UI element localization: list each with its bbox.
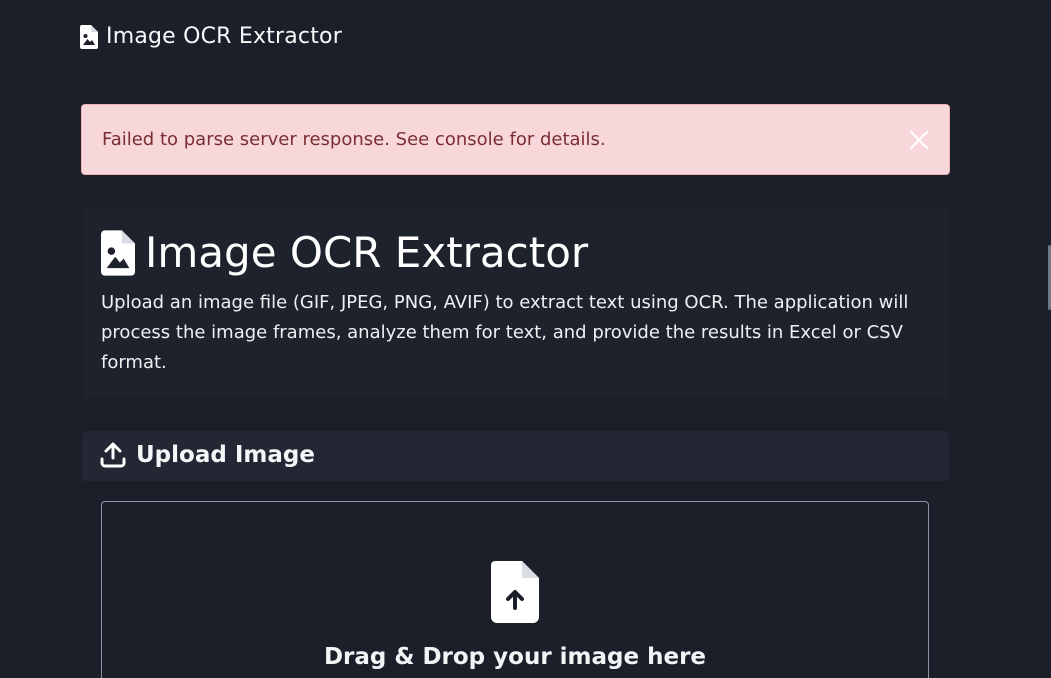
page-description: Upload an image file (GIF, JPEG, PNG, AV… (101, 292, 909, 373)
navbar-brand-label: Image OCR Extractor (106, 24, 342, 49)
upload-card-title-text: Upload Image (136, 442, 315, 468)
hero-section: Image OCR Extractor Upload an image file… (82, 208, 950, 398)
page-title-text: Image OCR Extractor (145, 228, 589, 277)
upload-card-header: Upload Image (82, 431, 949, 481)
page: Image OCR Extractor Failed to parse serv… (0, 0, 1051, 678)
close-icon[interactable] (909, 130, 929, 150)
file-upload-icon (491, 561, 539, 623)
error-alert: Failed to parse server response. See con… (81, 104, 950, 175)
navbar-brand[interactable]: Image OCR Extractor (80, 24, 342, 49)
page-title: Image OCR Extractor (101, 228, 588, 277)
upload-dropzone[interactable]: Drag & Drop your image here (101, 501, 929, 678)
upload-card-title: Upload Image (100, 442, 315, 468)
navbar: Image OCR Extractor (0, 0, 1051, 78)
alert-message: Failed to parse server response. See con… (102, 129, 606, 150)
dropzone-label: Drag & Drop your image here (323, 644, 707, 670)
file-image-icon (101, 229, 135, 276)
file-image-icon (80, 24, 98, 49)
upload-icon (100, 442, 126, 468)
